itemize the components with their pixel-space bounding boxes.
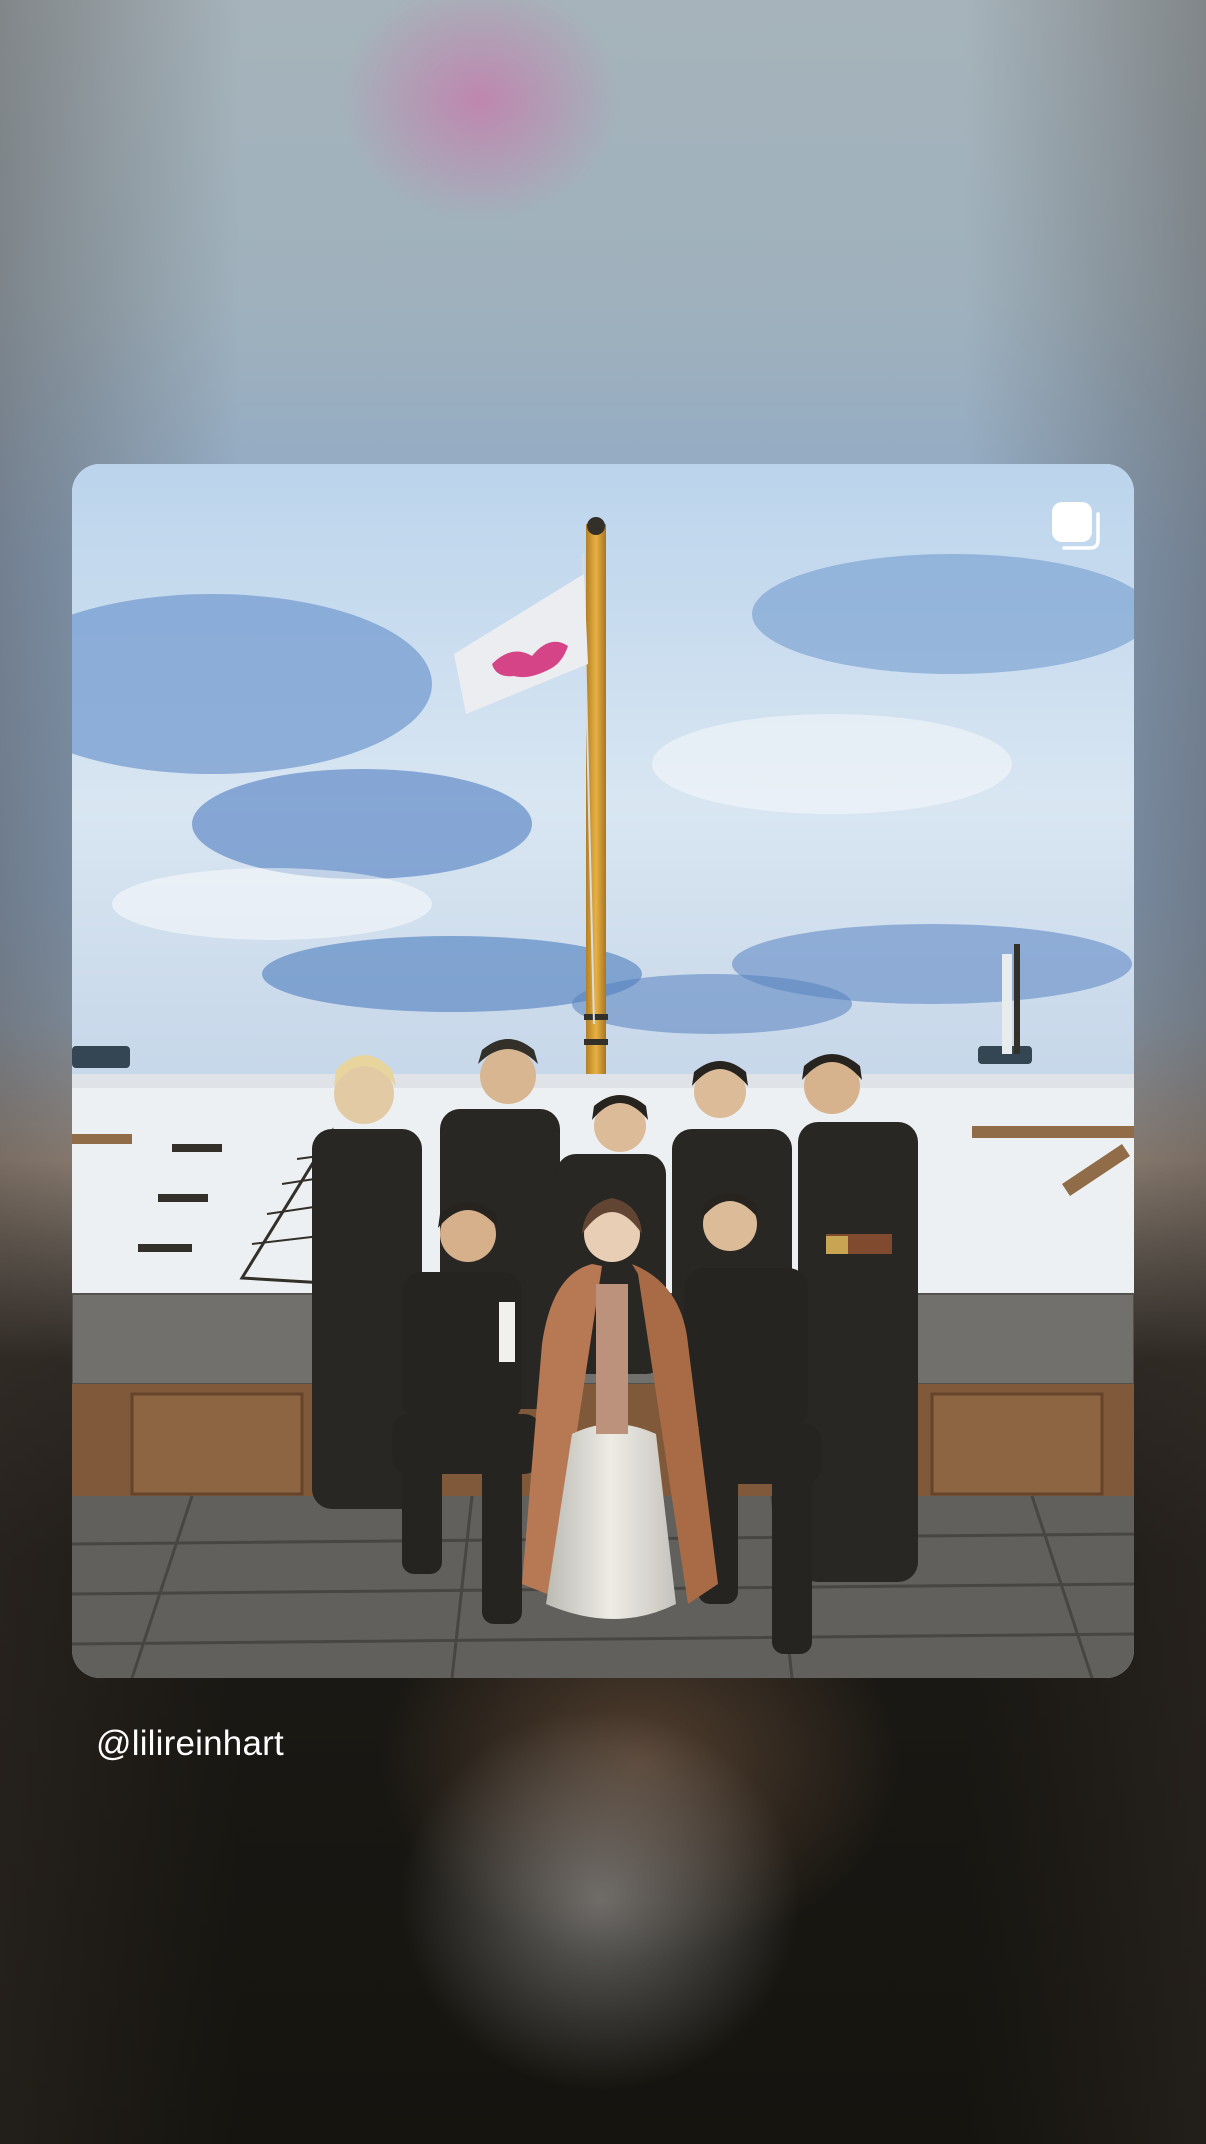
multiple-images-icon bbox=[1052, 502, 1100, 550]
post-username[interactable]: @lilireinhart bbox=[96, 1724, 284, 1764]
post-image-card[interactable] bbox=[72, 464, 1134, 1678]
post-photo bbox=[72, 464, 1134, 1678]
